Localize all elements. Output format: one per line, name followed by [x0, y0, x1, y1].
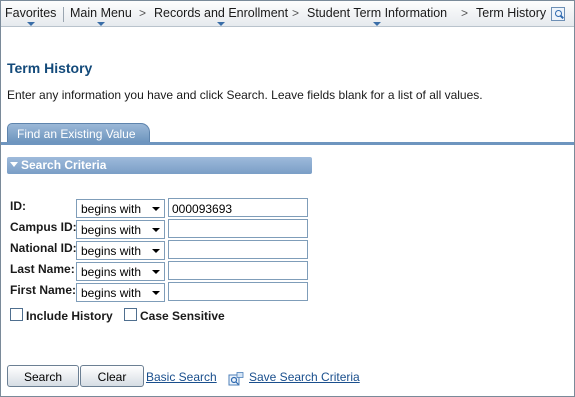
tab-find-existing-value[interactable]: Find an Existing Value — [7, 123, 150, 143]
collapse-arrow-icon — [10, 162, 18, 167]
breadcrumb-term-history[interactable]: Term History — [476, 6, 546, 20]
operator-value: begins with — [81, 265, 142, 279]
breadcrumb-label: Favorites — [5, 6, 57, 20]
operator-select-last-name[interactable]: begins with — [76, 262, 165, 281]
chevron-down-icon — [217, 22, 226, 26]
section-title: Search Criteria — [21, 158, 107, 172]
breadcrumb-separator: > — [139, 6, 147, 20]
basic-search-link[interactable]: Basic Search — [146, 370, 217, 384]
save-search-criteria-link[interactable]: Save Search Criteria — [249, 370, 360, 384]
campus-id-input[interactable] — [168, 219, 308, 238]
page-title: Term History — [7, 60, 93, 76]
breadcrumb-separator: > — [461, 6, 469, 20]
search-icon[interactable] — [551, 7, 565, 21]
case-sensitive-label: Case Sensitive — [140, 309, 225, 323]
label-first-name: First Name: — [10, 283, 77, 297]
label-campus-id: Campus ID: — [10, 220, 77, 234]
chevron-down-icon — [26, 22, 35, 26]
breadcrumb-student-term-information[interactable]: Student Term Information — [307, 6, 448, 26]
breadcrumb: Favorites Main Menu > Records and Enroll… — [1, 1, 574, 27]
breadcrumb-label: Records and Enrollment — [154, 6, 289, 20]
label-last-name: Last Name: — [10, 262, 75, 276]
operator-select-id[interactable]: begins with — [76, 199, 165, 218]
dropdown-arrow-icon — [152, 228, 160, 232]
operator-select-first-name[interactable]: begins with — [76, 283, 165, 302]
include-history-label: Include History — [26, 309, 113, 323]
operator-value: begins with — [81, 244, 142, 258]
label-id: ID: — [10, 199, 26, 213]
last-name-input[interactable] — [168, 261, 308, 280]
section-header-search-criteria[interactable]: Search Criteria — [7, 157, 312, 174]
dropdown-arrow-icon — [152, 270, 160, 274]
divider — [63, 7, 64, 22]
breadcrumb-separator: > — [292, 6, 300, 20]
breadcrumb-label: Student Term Information — [307, 6, 448, 20]
breadcrumb-records-and-enrollment[interactable]: Records and Enrollment — [154, 6, 289, 26]
include-history-checkbox[interactable] — [10, 308, 23, 321]
label-national-id: National ID: — [10, 241, 77, 255]
first-name-input[interactable] — [168, 282, 308, 301]
operator-select-campus-id[interactable]: begins with — [76, 220, 165, 239]
dropdown-arrow-icon — [152, 207, 160, 211]
page-instructions: Enter any information you have and click… — [7, 88, 483, 102]
save-search-icon[interactable] — [228, 372, 244, 386]
case-sensitive-checkbox[interactable] — [124, 308, 137, 321]
operator-value: begins with — [81, 202, 142, 216]
breadcrumb-label: Main Menu — [70, 6, 132, 20]
operator-value: begins with — [81, 223, 142, 237]
clear-button[interactable]: Clear — [80, 365, 144, 387]
national-id-input[interactable] — [168, 240, 308, 259]
chevron-down-icon — [96, 22, 105, 26]
operator-value: begins with — [81, 286, 142, 300]
dropdown-arrow-icon — [152, 249, 160, 253]
breadcrumb-main-menu[interactable]: Main Menu — [70, 6, 132, 26]
chevron-down-icon — [373, 22, 382, 26]
breadcrumb-favorites[interactable]: Favorites — [5, 6, 57, 26]
id-input[interactable] — [168, 198, 308, 217]
operator-select-national-id[interactable]: begins with — [76, 241, 165, 260]
tab-divider — [1, 142, 574, 145]
dropdown-arrow-icon — [152, 291, 160, 295]
search-button[interactable]: Search — [7, 365, 79, 387]
